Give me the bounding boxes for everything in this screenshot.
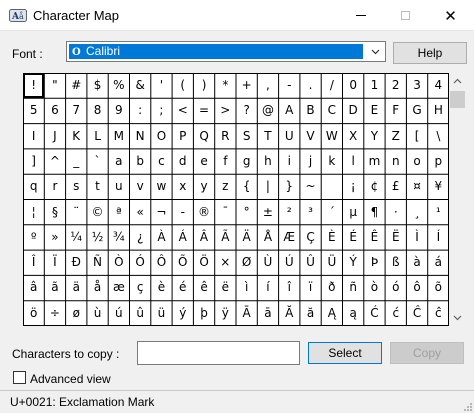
scroll-up-arrow-icon[interactable] (449, 73, 466, 90)
title-bar: A å Character Map ✕ (0, 0, 474, 31)
maximize-icon (401, 11, 410, 20)
characters-to-copy-input[interactable] (137, 341, 300, 365)
advanced-view-checkbox[interactable] (13, 371, 26, 384)
status-bar: U+0021: Exclamation Mark (0, 390, 474, 413)
chevron-down-icon[interactable] (369, 45, 382, 58)
opentype-font-icon: O (72, 47, 81, 58)
svg-text:å: å (19, 12, 24, 21)
font-selected-value: O Calibri (69, 44, 363, 59)
minimize-icon (355, 15, 366, 16)
font-dropdown[interactable]: O Calibri (66, 41, 386, 62)
status-text: U+0021: Exclamation Mark (10, 395, 155, 409)
copy-button[interactable]: Copy (390, 342, 464, 364)
close-icon: ✕ (444, 7, 457, 25)
window-title: Character Map (33, 8, 119, 23)
grid-scrollbar[interactable] (449, 73, 466, 326)
maximize-button (383, 0, 428, 31)
characters-to-copy-label: Characters to copy : (12, 347, 120, 361)
close-button[interactable]: ✕ (428, 0, 473, 31)
character-map-app-icon: A å (9, 9, 27, 22)
font-label: Font : (12, 47, 43, 61)
scrollbar-thumb[interactable] (450, 91, 465, 108)
select-button[interactable]: Select (308, 342, 382, 364)
resize-grip-icon[interactable] (462, 401, 472, 411)
scroll-down-arrow-icon[interactable] (449, 309, 466, 326)
help-button[interactable]: Help (393, 42, 467, 64)
minimize-button[interactable] (338, 0, 383, 31)
character-grid: ! " # $% & '() * +, -./0 1 2 3 4 5 6 7 8 9:; < = >? @ A B C D E F G H… (23, 73, 449, 326)
font-name: Calibri (86, 44, 121, 58)
advanced-view-label: Advanced view (30, 372, 111, 386)
grid-lines (23, 73, 449, 326)
